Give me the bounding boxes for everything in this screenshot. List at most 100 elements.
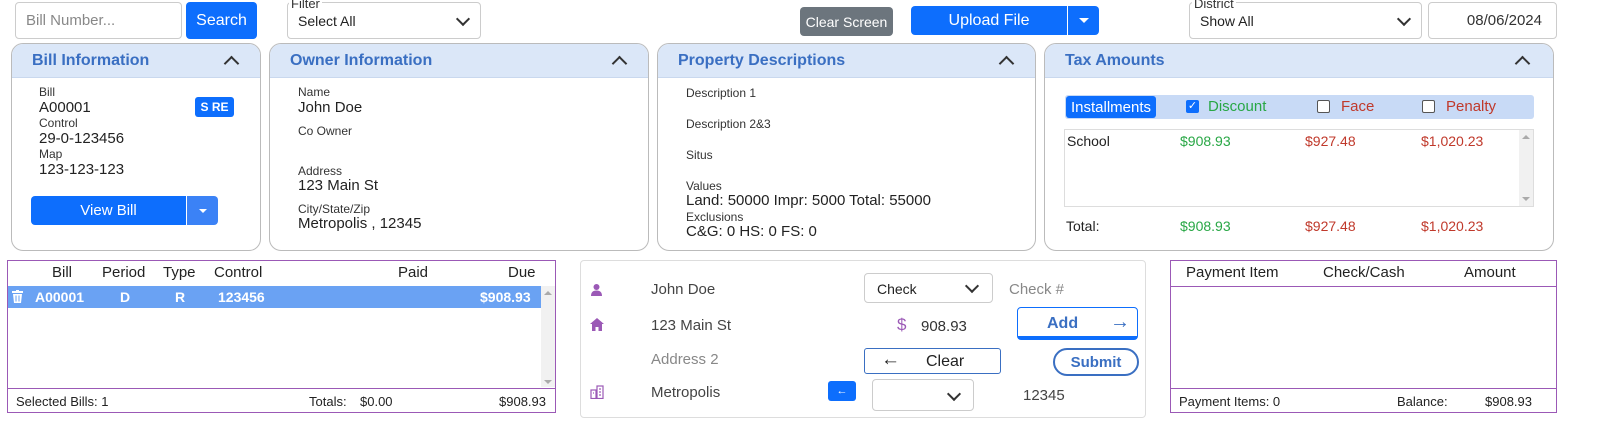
totals-due: $908.93 bbox=[499, 394, 546, 409]
chevron-up-icon[interactable] bbox=[998, 55, 1015, 72]
scroll-down-icon[interactable] bbox=[1522, 197, 1530, 201]
trash-icon[interactable] bbox=[12, 290, 23, 303]
owner-information-card: Owner Information Name John Doe Co Owner… bbox=[269, 43, 649, 251]
city-building-icon bbox=[590, 385, 604, 404]
clear-button[interactable]: ← Clear bbox=[864, 348, 1001, 374]
payer-city[interactable]: Metropolis bbox=[651, 384, 720, 401]
scrollbar[interactable] bbox=[1519, 130, 1533, 206]
add-button[interactable]: Add → bbox=[1017, 307, 1138, 340]
city-state-zip-value: Metropolis , 12345 bbox=[298, 215, 422, 232]
column-header-amount[interactable]: Amount bbox=[1464, 264, 1516, 281]
installments-button[interactable]: Installments bbox=[1066, 96, 1156, 118]
tax-amounts-card: Tax Amounts Installments ✓ Discount Face… bbox=[1044, 43, 1554, 251]
check-number-input[interactable]: Check # bbox=[1009, 281, 1064, 298]
card-header[interactable]: Owner Information bbox=[270, 44, 648, 78]
chevron-up-icon[interactable] bbox=[223, 55, 240, 72]
search-button[interactable]: Search bbox=[186, 2, 257, 39]
scroll-up-icon[interactable] bbox=[544, 291, 552, 295]
arrow-right-icon: → bbox=[1110, 311, 1130, 333]
exclusions-label: Exclusions bbox=[686, 210, 744, 224]
column-header-payment-item[interactable]: Payment Item bbox=[1186, 264, 1279, 281]
totals-label: Totals: bbox=[309, 394, 347, 409]
chevron-down-icon bbox=[964, 278, 980, 294]
upload-file-dropdown-toggle[interactable] bbox=[1068, 6, 1099, 35]
selected-bills-count: Selected Bills: 1 bbox=[16, 394, 109, 409]
view-bill-button[interactable]: View Bill bbox=[31, 196, 186, 225]
tax-row-penalty: $1,020.23 bbox=[1421, 133, 1484, 149]
chevron-up-icon[interactable] bbox=[1514, 55, 1531, 72]
table-footer-divider bbox=[8, 388, 555, 389]
column-header-check-cash[interactable]: Check/Cash bbox=[1323, 264, 1405, 281]
card-header[interactable]: Property Descriptions bbox=[658, 44, 1035, 78]
column-header-bill[interactable]: Bill bbox=[52, 264, 72, 281]
column-header-due[interactable]: Due bbox=[508, 264, 536, 281]
district-select-value: Show All bbox=[1200, 12, 1254, 29]
penalty-label: Penalty bbox=[1446, 98, 1497, 115]
card-title: Owner Information bbox=[290, 52, 433, 69]
city-state-zip-label: City/State/Zip bbox=[298, 202, 371, 216]
total-label: Total: bbox=[1066, 218, 1100, 234]
column-header-type[interactable]: Type bbox=[163, 264, 196, 281]
column-header-paid[interactable]: Paid bbox=[398, 264, 428, 281]
tax-row-face: $927.48 bbox=[1305, 133, 1356, 149]
date-input[interactable]: 08/06/2024 bbox=[1428, 2, 1557, 39]
payment-method-select[interactable]: Check bbox=[864, 273, 993, 303]
name-value: John Doe bbox=[298, 99, 363, 116]
upload-file-button[interactable]: Upload File bbox=[911, 6, 1067, 35]
column-header-control[interactable]: Control bbox=[214, 264, 262, 281]
bill-information-card: Bill Information Bill A00001 S RE Contro… bbox=[11, 43, 261, 251]
payment-amount-input[interactable]: 908.93 bbox=[921, 318, 967, 335]
payer-name[interactable]: John Doe bbox=[651, 281, 715, 298]
state-select[interactable] bbox=[872, 379, 974, 411]
table-footer-divider bbox=[1171, 388, 1556, 389]
payer-address-2-input[interactable]: Address 2 bbox=[651, 351, 719, 368]
arrow-left-icon: ← bbox=[881, 349, 900, 370]
chevron-up-icon[interactable] bbox=[611, 55, 628, 72]
arrow-left-icon: ← bbox=[836, 385, 848, 397]
row-bill: A00001 bbox=[35, 289, 85, 305]
control-value: 29-0-123456 bbox=[39, 130, 125, 147]
scrollbar[interactable] bbox=[541, 286, 555, 387]
payment-items-table: Payment Item Check/Cash Amount Payment I… bbox=[1170, 260, 1557, 413]
description-1-label: Description 1 bbox=[686, 86, 757, 100]
tax-row-discount: $908.93 bbox=[1180, 133, 1231, 149]
total-discount: $908.93 bbox=[1180, 218, 1231, 234]
caret-down-icon bbox=[198, 208, 207, 213]
values-value: Land: 50000 Impr: 5000 Total: 55000 bbox=[686, 192, 931, 209]
copy-left-button[interactable]: ← bbox=[828, 381, 856, 401]
clear-screen-button[interactable]: Clear Screen bbox=[800, 7, 893, 36]
discount-checkbox[interactable]: ✓ bbox=[1186, 100, 1199, 113]
clear-label: Clear bbox=[926, 353, 965, 370]
dollar-icon: $ bbox=[897, 315, 907, 334]
payment-form: John Doe 123 Main St Address 2 Metropoli… bbox=[580, 260, 1146, 418]
face-checkbox[interactable] bbox=[1317, 100, 1330, 113]
scroll-down-icon[interactable] bbox=[544, 380, 552, 384]
control-label: Control bbox=[39, 116, 78, 130]
column-header-period[interactable]: Period bbox=[102, 264, 145, 281]
balance-label: Balance: bbox=[1397, 394, 1448, 409]
property-descriptions-card: Property Descriptions Description 1 Desc… bbox=[657, 43, 1036, 251]
description-2-3-label: Description 2&3 bbox=[686, 117, 771, 131]
home-icon bbox=[590, 318, 604, 336]
payer-zip[interactable]: 12345 bbox=[1023, 387, 1065, 404]
card-title: Bill Information bbox=[32, 52, 150, 69]
chevron-down-icon bbox=[455, 11, 471, 27]
bill-number-input[interactable]: Bill Number... bbox=[15, 2, 182, 39]
caret-down-icon bbox=[1078, 18, 1089, 23]
submit-button[interactable]: Submit bbox=[1053, 348, 1139, 376]
total-face: $927.48 bbox=[1305, 218, 1356, 234]
face-label: Face bbox=[1341, 98, 1375, 115]
card-header[interactable]: Tax Amounts bbox=[1045, 44, 1553, 78]
card-title: Property Descriptions bbox=[678, 52, 846, 69]
payer-address-1[interactable]: 123 Main St bbox=[651, 317, 731, 334]
card-header[interactable]: Bill Information bbox=[12, 44, 260, 78]
map-value: 123-123-123 bbox=[39, 161, 125, 178]
table-row[interactable]: A00001 D R 123456 $908.93 bbox=[8, 286, 541, 308]
penalty-checkbox[interactable] bbox=[1422, 100, 1435, 113]
map-label: Map bbox=[39, 147, 63, 161]
total-penalty: $1,020.23 bbox=[1421, 218, 1484, 234]
name-label: Name bbox=[298, 85, 331, 99]
view-bill-dropdown-toggle[interactable] bbox=[187, 196, 218, 225]
bill-label: Bill bbox=[39, 85, 56, 99]
scroll-up-icon[interactable] bbox=[1522, 135, 1530, 139]
